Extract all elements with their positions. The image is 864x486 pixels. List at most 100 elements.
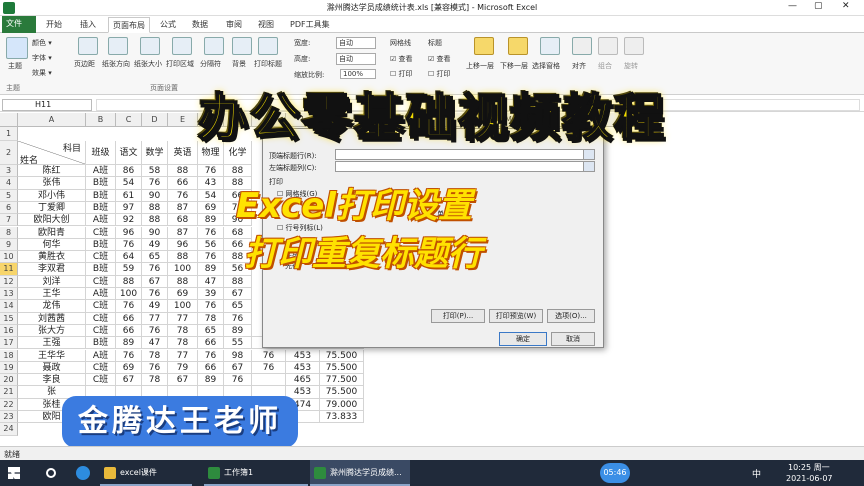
table-cell[interactable]: 欧阳大创 xyxy=(18,214,86,227)
group-button[interactable]: 组合 xyxy=(598,61,612,71)
align-icon[interactable] xyxy=(572,37,592,55)
rotate-icon[interactable] xyxy=(624,37,644,55)
options-button[interactable]: 选项(O)... xyxy=(547,309,595,323)
search-icon[interactable] xyxy=(46,468,56,478)
table-cell[interactable]: C班 xyxy=(86,275,116,288)
row-header[interactable]: 8 xyxy=(0,226,18,239)
tab-insert[interactable]: 插入 xyxy=(76,17,100,33)
table-cell[interactable]: 76 xyxy=(198,349,224,362)
table-cell[interactable]: 刘茜茜 xyxy=(18,312,86,325)
table-cell[interactable]: B班 xyxy=(86,263,116,276)
table-cell[interactable]: B班 xyxy=(86,189,116,202)
table-cell[interactable]: 78 xyxy=(142,374,168,387)
table-cell[interactable]: C班 xyxy=(86,361,116,375)
taskbar-item-workbook1[interactable]: 工作簿1 xyxy=(204,460,308,486)
ime-indicator[interactable]: 中 xyxy=(752,467,761,480)
table-cell[interactable]: 90 xyxy=(142,189,168,202)
table-cell[interactable]: 78 xyxy=(168,337,198,350)
table-cell[interactable]: 76 xyxy=(198,165,224,178)
row-header[interactable]: 3 xyxy=(0,165,18,178)
table-cell[interactable]: 88 xyxy=(224,165,252,178)
selection-pane-button[interactable]: 选择窗格 xyxy=(532,61,560,71)
clock-date[interactable]: 2021-06-07 xyxy=(786,474,833,483)
table-cell[interactable]: 76 xyxy=(142,177,168,190)
table-cell[interactable]: 69 xyxy=(198,201,224,215)
table-cell[interactable]: 76 xyxy=(168,189,198,202)
table-cell[interactable]: 75.500 xyxy=(320,349,364,362)
column-header[interactable]: B xyxy=(86,113,116,127)
fonts-button[interactable]: 字体 ▾ xyxy=(32,53,52,63)
select-all-corner[interactable] xyxy=(0,113,18,127)
table-cell[interactable]: 76 xyxy=(224,312,252,325)
table-cell[interactable]: 61 xyxy=(116,189,142,202)
table-cell[interactable]: 64 xyxy=(116,251,142,264)
tab-data[interactable]: 数据 xyxy=(188,17,212,33)
send-backward-icon[interactable] xyxy=(508,37,528,55)
timer-badge[interactable]: 05:46 xyxy=(600,463,630,483)
table-cell[interactable]: 76 xyxy=(142,263,168,276)
table-cell[interactable]: 58 xyxy=(142,165,168,178)
table-cell[interactable]: 100 xyxy=(168,300,198,313)
table-cell[interactable]: 67 xyxy=(168,374,198,387)
row-header[interactable]: 2 xyxy=(0,141,18,165)
tab-view[interactable]: 视图 xyxy=(254,17,278,33)
table-cell[interactable]: 92 xyxy=(116,214,142,227)
table-cell[interactable]: C班 xyxy=(86,226,116,239)
table-cell[interactable]: 56 xyxy=(198,238,224,252)
table-cell[interactable]: 89 xyxy=(198,214,224,227)
table-cell[interactable]: 90 xyxy=(142,226,168,239)
table-cell[interactable]: 65 xyxy=(198,324,224,338)
width-select[interactable]: 自动 xyxy=(336,37,376,49)
row-header[interactable]: 10 xyxy=(0,251,18,264)
table-cell[interactable]: 76 xyxy=(116,300,142,313)
table-cell[interactable]: 88 xyxy=(142,201,168,215)
table-cell[interactable]: 89 xyxy=(198,263,224,276)
row-header[interactable]: 1 xyxy=(0,127,18,141)
table-cell[interactable]: 67 xyxy=(224,288,252,301)
windows-start-icon[interactable] xyxy=(8,467,20,479)
table-cell[interactable]: 47 xyxy=(198,275,224,288)
table-cell[interactable]: 100 xyxy=(116,288,142,301)
table-cell[interactable]: 67 xyxy=(224,361,252,375)
maximize-button[interactable]: ▢ xyxy=(814,1,834,11)
table-cell[interactable]: 76 xyxy=(224,374,252,387)
orientation-button[interactable]: 纸张方向 xyxy=(102,59,130,69)
tab-home[interactable]: 开始 xyxy=(42,17,66,33)
table-cell[interactable]: 丁爱卿 xyxy=(18,201,86,215)
taskbar-item-excel-course[interactable]: excel课件 xyxy=(100,460,192,486)
table-cell[interactable]: C班 xyxy=(86,374,116,387)
table-cell[interactable]: 100 xyxy=(168,263,198,276)
table-cell[interactable]: 77.500 xyxy=(320,374,364,387)
table-cell[interactable]: 66 xyxy=(198,337,224,350)
table-cell[interactable]: 欧阳青 xyxy=(18,226,86,239)
column-header[interactable]: A xyxy=(18,113,86,127)
row-header[interactable]: 23 xyxy=(0,411,18,424)
headings-print-checkbox[interactable]: ☐ 打印 xyxy=(428,69,451,79)
table-cell[interactable]: 49 xyxy=(142,300,168,313)
size-icon[interactable] xyxy=(140,37,160,55)
tab-file[interactable]: 文件 xyxy=(2,16,36,33)
row-header[interactable]: 18 xyxy=(0,349,18,362)
row-header[interactable]: 19 xyxy=(0,361,18,375)
print-area-icon[interactable] xyxy=(172,37,192,55)
table-cell[interactable]: 邓小伟 xyxy=(18,189,86,202)
collapse-dialog-icon[interactable] xyxy=(583,149,595,160)
table-cell[interactable]: A班 xyxy=(86,165,116,178)
row-header[interactable]: 15 xyxy=(0,312,18,325)
table-cell[interactable]: 76 xyxy=(252,361,286,375)
print-titles-icon[interactable] xyxy=(258,37,278,55)
table-cell[interactable]: 78 xyxy=(198,312,224,325)
name-box[interactable]: H11 xyxy=(2,99,92,111)
table-cell[interactable]: 87 xyxy=(168,226,198,239)
table-cell[interactable]: 96 xyxy=(116,226,142,239)
table-cell[interactable]: 47 xyxy=(142,337,168,350)
table-cell[interactable]: 王华华 xyxy=(18,349,86,362)
height-select[interactable]: 自动 xyxy=(336,53,376,65)
edge-browser-icon[interactable] xyxy=(76,466,90,480)
table-cell[interactable]: 王强 xyxy=(18,337,86,350)
table-cell[interactable]: 453 xyxy=(286,349,320,362)
row-header[interactable]: 17 xyxy=(0,337,18,350)
table-cell[interactable] xyxy=(252,374,286,387)
gridlines-view-checkbox[interactable]: ☑ 查看 xyxy=(390,54,413,64)
table-cell[interactable]: 76 xyxy=(142,288,168,301)
